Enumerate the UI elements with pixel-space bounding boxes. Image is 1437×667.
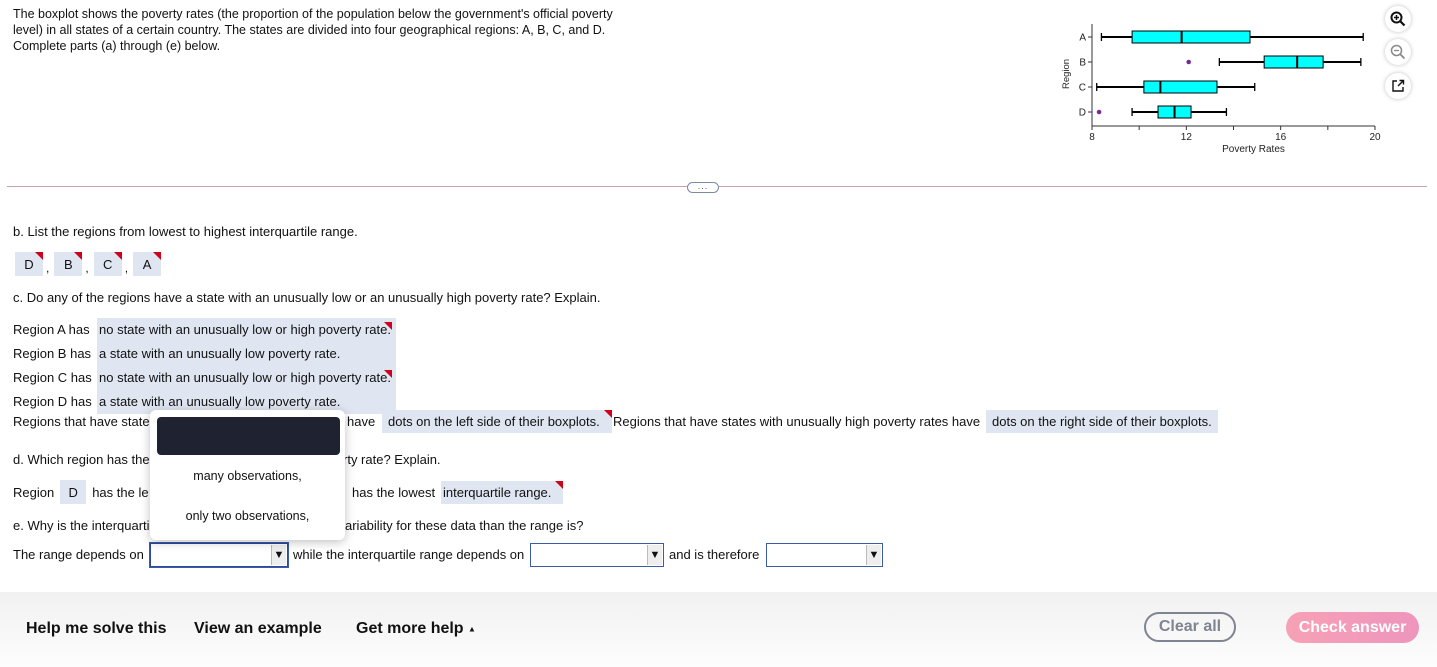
get-more-help-button[interactable]: Get more help ▲ <box>356 620 476 638</box>
box-A <box>1131 30 1251 44</box>
box-B <box>1263 55 1324 69</box>
region-a-answer[interactable]: no state with an unusually low or high p… <box>99 322 392 337</box>
separator: , <box>124 261 129 275</box>
part-d-question-prefix: d. Which region has the <box>13 452 150 467</box>
region-c-answer[interactable]: no state with an unusually low or high p… <box>99 370 392 385</box>
row-label: Region C has <box>13 370 92 385</box>
x-tick-label: 16 <box>1275 132 1287 143</box>
help-me-solve-button[interactable]: Help me solve this <box>26 620 167 638</box>
y-tick-label: C <box>1079 83 1086 94</box>
summary-prefix: Regions that have state <box>13 414 150 429</box>
boxplot-chart: 8 12 16 20 Poverty Rates Region A B C D <box>1061 24 1381 155</box>
region-b-answer[interactable]: a state with an unusually low poverty ra… <box>99 346 341 361</box>
part-e-question-prefix: e. Why is the interquarti <box>13 518 150 533</box>
therefore-text: and is therefore <box>669 547 760 562</box>
region-label: Region <box>13 484 55 500</box>
region-d-row: Region D has a state with an unusually l… <box>13 394 341 409</box>
x-tick-label: 12 <box>1181 132 1193 143</box>
region-answer[interactable]: D <box>60 480 87 504</box>
view-example-button[interactable]: View an example <box>194 620 322 638</box>
footer-bar: Help me solve this View an example Get m… <box>0 592 1437 667</box>
high-outlier-text: Regions that have states with unusually … <box>613 414 981 429</box>
range-text: The range depends on <box>13 547 144 562</box>
region-c-row: Region C has no state with an unusually … <box>13 370 392 385</box>
iqr-text: while the interquartile range depends on <box>293 547 525 562</box>
iqr-order-answer[interactable]: C <box>93 252 122 276</box>
outlier-B <box>1186 59 1191 65</box>
part-d-answer-row: Region D has the le has the lowest inter… <box>13 480 564 504</box>
expand-toggle[interactable]: ... <box>687 182 719 193</box>
reason-answer[interactable]: interquartile range. <box>441 480 564 504</box>
row-label: Region B has <box>13 346 92 361</box>
y-tick-label: B <box>1079 58 1086 69</box>
zoom-in-button[interactable] <box>1385 6 1411 32</box>
dropdown-menu: many observations, only two observations… <box>150 410 345 540</box>
dropdown-option-many-observations[interactable]: many observations, <box>150 469 345 483</box>
summary-have: have <box>347 414 376 429</box>
part-d-question-suffix: rty rate? Explain. <box>343 452 441 467</box>
dropdown-arrow-icon: ▼ <box>647 544 662 565</box>
caret-up-icon: ▲ <box>468 624 476 634</box>
dropdown-arrow-icon: ▼ <box>866 544 881 565</box>
therefore-select[interactable]: ▼ <box>766 542 883 567</box>
dropdown-option-two-observations[interactable]: only two observations, <box>150 509 345 523</box>
zoom-out-icon <box>1390 44 1406 60</box>
x-axis-label: Poverty Rates <box>1222 144 1285 155</box>
get-more-help-label: Get more help <box>356 620 464 637</box>
y-tick-label: A <box>1079 33 1086 44</box>
region-a-row: Region A has no state with an unusually … <box>13 322 392 337</box>
part-b-answers: D , B , C , A <box>15 252 162 276</box>
dropdown-option-blank[interactable] <box>157 417 340 455</box>
separator: , <box>85 261 89 275</box>
iqr-depends-select[interactable]: ▼ <box>530 542 664 567</box>
region-b-row: Region B has a state with an unusually l… <box>13 346 341 361</box>
iqr-order-answer[interactable]: D <box>15 252 43 276</box>
x-tick-label: 20 <box>1369 132 1381 143</box>
low-outlier-answer[interactable]: dots on the left side of their boxplots. <box>382 410 612 433</box>
zoom-out-button[interactable] <box>1385 39 1411 65</box>
separator: , <box>46 261 50 275</box>
popout-button[interactable] <box>1385 73 1411 99</box>
x-tick-label: 8 <box>1089 132 1095 143</box>
high-outlier-answer[interactable]: dots on the right side of their boxplots… <box>986 410 1218 433</box>
problem-statement: The boxplot shows the poverty rates (the… <box>13 7 613 53</box>
dropdown-arrow-icon: ▼ <box>271 544 286 565</box>
row-label: Region D has <box>13 394 92 409</box>
middle-prefix: has the le <box>92 484 149 500</box>
part-e-question-suffix: ariability for these data than the range… <box>345 518 584 533</box>
clear-all-button[interactable]: Clear all <box>1144 612 1236 642</box>
part-d-question: d. Which region has the rty rate? Explai… <box>13 452 441 467</box>
y-tick-label: D <box>1079 108 1086 119</box>
part-c-question: c. Do any of the regions have a state wi… <box>13 290 601 305</box>
iqr-order-answer[interactable]: B <box>54 252 83 276</box>
y-axis-label: Region <box>1061 59 1072 89</box>
zoom-in-icon <box>1390 11 1406 27</box>
part-e-question: e. Why is the interquarti ariability for… <box>13 518 583 533</box>
outlier-D <box>1096 109 1102 115</box>
box-C <box>1143 80 1218 94</box>
middle-suffix: has the lowest <box>352 484 436 500</box>
iqr-order-answer[interactable]: A <box>133 252 162 276</box>
summary-row: Regions that have state have dots on the… <box>13 410 1218 433</box>
popout-icon <box>1392 79 1405 92</box>
part-e-answer-row: The range depends on ▼ while the interqu… <box>13 542 883 567</box>
row-label: Region A has <box>13 322 90 337</box>
range-depends-select[interactable]: ▼ <box>150 542 288 567</box>
region-d-answer[interactable]: a state with an unusually low poverty ra… <box>99 394 341 409</box>
part-b-question: b. List the regions from lowest to highe… <box>13 224 358 239</box>
check-answer-button[interactable]: Check answer <box>1286 612 1419 643</box>
